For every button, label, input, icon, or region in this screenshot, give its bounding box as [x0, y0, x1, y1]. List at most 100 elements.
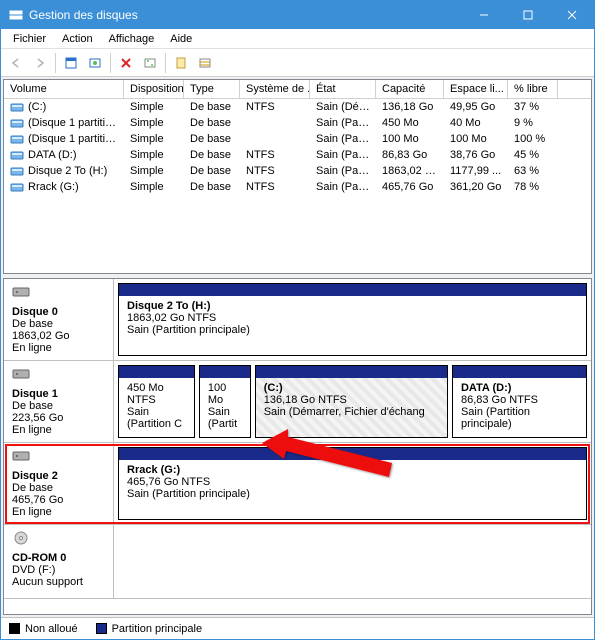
list-button[interactable]: [194, 52, 216, 74]
menu-action[interactable]: Action: [54, 31, 101, 47]
partition-line3: Sain (Partition principale): [127, 488, 578, 500]
disk-status: Aucun support: [12, 576, 105, 588]
cell-free: 100 Mo: [444, 132, 508, 146]
cell-system: NTFS: [240, 148, 310, 162]
volume-row[interactable]: Rrack (G:)SimpleDe baseNTFSSain (Parti..…: [4, 179, 591, 195]
disk-kind: De base: [12, 400, 105, 412]
col-free[interactable]: Espace li...: [444, 80, 508, 98]
back-button: [5, 52, 27, 74]
cell-type: De base: [184, 180, 240, 194]
partition-body: Rrack (G:) 465,76 Go NTFS Sain (Partitio…: [119, 460, 586, 519]
cell-pct: 100 %: [508, 132, 558, 146]
cell-type: De base: [184, 100, 240, 114]
partition-bar: [119, 366, 194, 378]
menu-view[interactable]: Affichage: [101, 31, 163, 47]
col-volume[interactable]: Volume: [4, 80, 124, 98]
disk-kind: De base: [12, 318, 105, 330]
disk-row[interactable]: Disque 2 De base 465,76 Go En ligne Rrac…: [4, 443, 591, 525]
cell-system: NTFS: [240, 164, 310, 178]
disk-row[interactable]: CD-ROM 0 DVD (F:) Aucun support: [4, 525, 591, 599]
cell-volume: (Disque 1 partition...: [4, 116, 124, 130]
partition[interactable]: (C:) 136,18 Go NTFS Sain (Démarrer, Fich…: [255, 365, 448, 438]
disk-status: En ligne: [12, 342, 105, 354]
volume-list-pane[interactable]: Volume Disposition Type Système de ... É…: [3, 79, 592, 274]
partition[interactable]: Disque 2 To (H:) 1863,02 Go NTFS Sain (P…: [118, 283, 587, 356]
cell-disposition: Simple: [124, 100, 184, 114]
partition-bar: [256, 366, 447, 378]
cell-volume: (Disque 1 partition...: [4, 132, 124, 146]
disk-partitions: Rrack (G:) 465,76 Go NTFS Sain (Partitio…: [114, 443, 591, 524]
partition[interactable]: Rrack (G:) 465,76 Go NTFS Sain (Partitio…: [118, 447, 587, 520]
cell-state: Sain (Parti...: [310, 116, 376, 130]
disk-graph-pane[interactable]: Disque 0 De base 1863,02 Go En ligne Dis…: [3, 278, 592, 615]
window: Gestion des disques Fichier Action Affic…: [0, 0, 595, 640]
swatch-primary: [96, 623, 107, 634]
col-pct[interactable]: % libre: [508, 80, 558, 98]
disk-icon: [12, 531, 105, 548]
grid-body[interactable]: (C:)SimpleDe baseNTFSSain (Dém...136,18 …: [4, 99, 591, 273]
partition-body: DATA (D:) 86,83 Go NTFS Sain (Partition …: [453, 378, 586, 437]
cell-capacity: 1863,02 Go: [376, 164, 444, 178]
volume-row[interactable]: Disque 2 To (H:)SimpleDe baseNTFSSain (P…: [4, 163, 591, 179]
partition-line3: Sain (Partition C: [127, 406, 186, 430]
volume-row[interactable]: (C:)SimpleDe baseNTFSSain (Dém...136,18 …: [4, 99, 591, 115]
volume-row[interactable]: DATA (D:)SimpleDe baseNTFSSain (Parti...…: [4, 147, 591, 163]
disk-partitions: [114, 525, 591, 598]
col-system[interactable]: Système de ...: [240, 80, 310, 98]
partition[interactable]: DATA (D:) 86,83 Go NTFS Sain (Partition …: [452, 365, 587, 438]
cell-capacity: 136,18 Go: [376, 100, 444, 114]
partition-name: DATA (D:): [461, 382, 578, 394]
partition-bar: [453, 366, 586, 378]
cell-state: Sain (Parti...: [310, 148, 376, 162]
col-state[interactable]: État: [310, 80, 376, 98]
cell-state: Sain (Parti...: [310, 164, 376, 178]
volume-row[interactable]: (Disque 1 partition...SimpleDe baseSain …: [4, 131, 591, 147]
col-type[interactable]: Type: [184, 80, 240, 98]
properties-button[interactable]: [139, 52, 161, 74]
partition[interactable]: 450 Mo NTFS Sain (Partition C: [118, 365, 195, 438]
partition-line2: 465,76 Go NTFS: [127, 476, 578, 488]
volume-icon: [10, 166, 24, 177]
disk-row[interactable]: Disque 0 De base 1863,02 Go En ligne Dis…: [4, 279, 591, 361]
cell-free: 49,95 Go: [444, 100, 508, 114]
volume-row[interactable]: (Disque 1 partition...SimpleDe baseSain …: [4, 115, 591, 131]
col-disposition[interactable]: Disposition: [124, 80, 184, 98]
separator: [110, 53, 111, 73]
disk-size: 465,76 Go: [12, 494, 105, 506]
partition-body: (C:) 136,18 Go NTFS Sain (Démarrer, Fich…: [256, 378, 447, 437]
disk-partitions: Disque 2 To (H:) 1863,02 Go NTFS Sain (P…: [114, 279, 591, 360]
partition-name: Disque 2 To (H:): [127, 300, 578, 312]
maximize-button[interactable]: [506, 1, 550, 29]
cell-type: De base: [184, 164, 240, 178]
disk-row[interactable]: Disque 1 De base 223,56 Go En ligne 450 …: [4, 361, 591, 443]
cell-volume: (C:): [4, 100, 124, 114]
legend-unallocated-label: Non alloué: [25, 623, 78, 635]
app-icon: [9, 8, 23, 22]
toolbar: [1, 49, 594, 77]
volume-icon: [10, 118, 24, 129]
help-button[interactable]: [170, 52, 192, 74]
refresh-button[interactable]: [84, 52, 106, 74]
disk-kind: DVD (F:): [12, 564, 105, 576]
col-capacity[interactable]: Capacité: [376, 80, 444, 98]
window-icon-button[interactable]: [60, 52, 82, 74]
cell-free: 38,76 Go: [444, 148, 508, 162]
minimize-button[interactable]: [462, 1, 506, 29]
cell-type: De base: [184, 116, 240, 130]
partition-body: Disque 2 To (H:) 1863,02 Go NTFS Sain (P…: [119, 296, 586, 355]
partition-line2: 86,83 Go NTFS: [461, 394, 578, 406]
partition-name: Rrack (G:): [127, 464, 578, 476]
disk-icon: [12, 367, 105, 384]
swatch-unallocated: [9, 623, 20, 634]
partition[interactable]: 100 Mo Sain (Partit: [199, 365, 251, 438]
cell-free: 1177,99 ...: [444, 164, 508, 178]
menu-file[interactable]: Fichier: [5, 31, 54, 47]
disk-size: 223,56 Go: [12, 412, 105, 424]
cell-capacity: 100 Mo: [376, 132, 444, 146]
delete-button[interactable]: [115, 52, 137, 74]
titlebar[interactable]: Gestion des disques: [1, 1, 594, 29]
menu-help[interactable]: Aide: [162, 31, 200, 47]
cell-disposition: Simple: [124, 180, 184, 194]
cell-volume: Disque 2 To (H:): [4, 164, 124, 178]
close-button[interactable]: [550, 1, 594, 29]
